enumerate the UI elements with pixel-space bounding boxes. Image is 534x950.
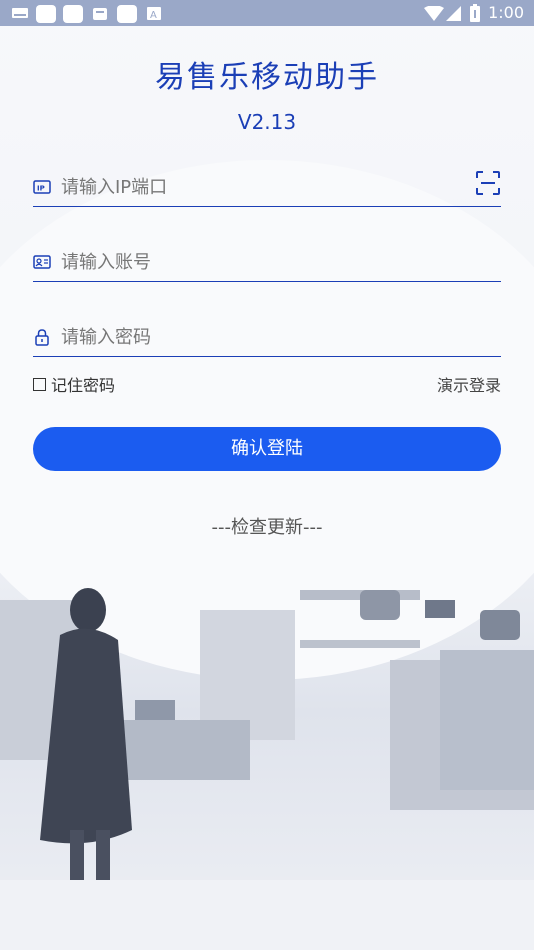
app-title: 易售乐移动助手 — [155, 60, 379, 95]
app-icon — [93, 8, 107, 20]
ip-icon: IP — [33, 180, 51, 194]
keyboard-icon — [12, 8, 28, 18]
app-icon — [63, 5, 83, 23]
remember-password-label: 记住密码 — [51, 376, 116, 395]
font-icon: A — [147, 7, 161, 20]
svg-text:IP: IP — [37, 185, 45, 193]
password-field — [33, 316, 501, 357]
id-card-icon — [33, 255, 51, 269]
wifi-icon — [424, 6, 444, 21]
app-version: V2.13 — [237, 110, 297, 134]
ip-field: IP — [33, 166, 501, 207]
svg-text:A: A — [150, 10, 157, 20]
status-time: 1:00 — [488, 3, 524, 22]
remember-password-checkbox[interactable]: 记住密码 — [33, 372, 115, 396]
scan-icon[interactable] — [475, 170, 501, 196]
login-button[interactable]: 确认登陆 — [33, 427, 501, 471]
ip-input[interactable] — [59, 172, 463, 202]
store-background-image — [0, 0, 534, 950]
app-icon — [117, 5, 137, 23]
check-update-link[interactable]: ---检查更新--- — [0, 513, 534, 539]
account-input[interactable] — [59, 247, 463, 277]
lock-icon — [35, 329, 49, 346]
demo-login-link[interactable]: 演示登录 — [437, 372, 501, 396]
battery-icon — [470, 4, 480, 22]
signal-icon — [446, 6, 461, 21]
checkbox-icon[interactable] — [33, 377, 46, 391]
status-bar: A 1:00 — [0, 0, 534, 26]
password-input[interactable] — [59, 322, 463, 352]
app-icon — [36, 5, 56, 23]
account-field — [33, 241, 501, 282]
